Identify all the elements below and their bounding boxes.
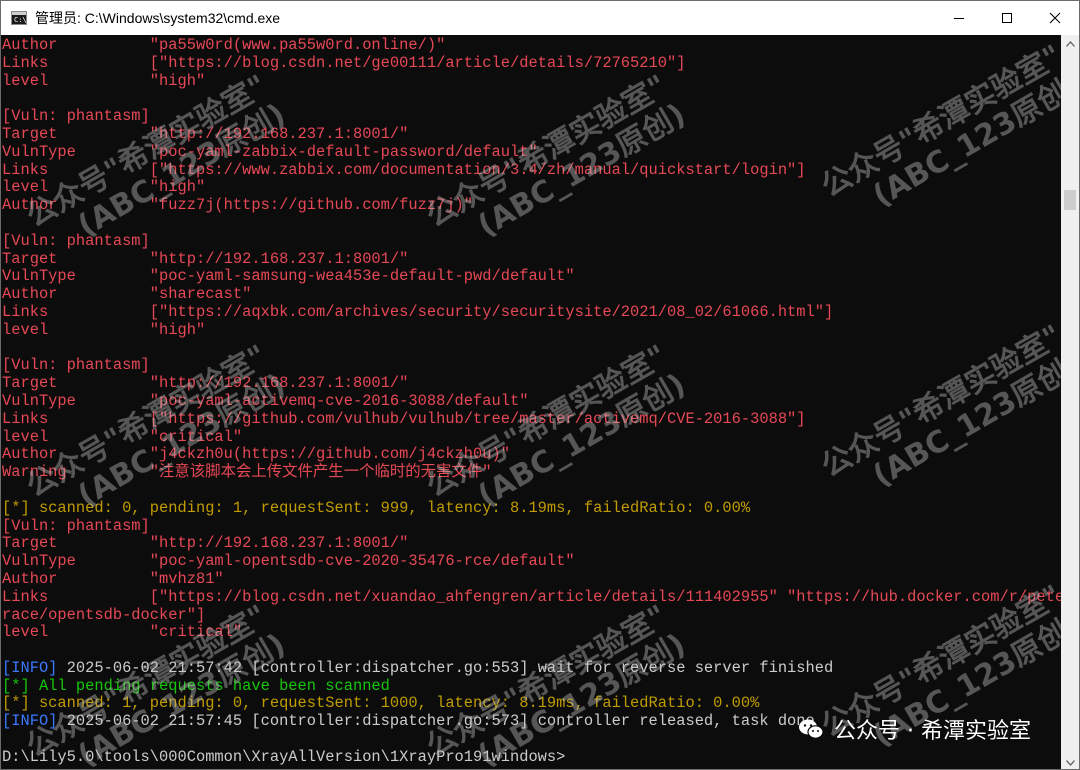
console-line: VulnType "poc-yaml-activemq-cve-2016-308… — [2, 391, 1061, 411]
vertical-scrollbar[interactable] — [1061, 35, 1079, 769]
console-line: Author "pa55w0rd(www.pa55w0rd.online/)" — [2, 36, 1061, 55]
console-line: Warning "注意该脚本会上传文件产生一个临时的无害文件" — [2, 463, 1061, 482]
console-line-text: VulnType "poc-yaml-opentsdb-cve-2020-354… — [2, 552, 575, 571]
console-line-text: [Vuln: phantasm] — [2, 516, 150, 535]
console-line: Links ["https://aqxbk.com/archives/secur… — [2, 302, 1061, 322]
console-line: [*] scanned: 0, pending: 1, requestSent:… — [2, 498, 1061, 518]
console-line: level "critical" — [2, 427, 1061, 447]
console-line-segment: 2025-06-02 21:57:42 [controller:dispatch… — [57, 658, 834, 677]
console-lines: Author "pa55w0rd(www.pa55w0rd.online/)" L… — [2, 36, 1061, 767]
console-line: [*] scanned: 1, pending: 0, requestSent:… — [2, 695, 1061, 713]
console-line-text: Warning "注意该脚本会上传文件产生一个临时的无害文件" — [2, 463, 492, 482]
console-line-text: Target "http://192.168.237.1:8001/" — [2, 374, 409, 393]
console-line: Target "http://192.168.237.1:8001/" — [2, 249, 1061, 269]
console-line-text: level "critical" — [2, 427, 243, 446]
console-line-text: Links ["https://blog.csdn.net/xuandao_ah… — [2, 587, 1061, 606]
console-line-text: Author "pa55w0rd(www.pa55w0rd.online/)" — [2, 36, 446, 54]
console-line: Links ["https://blog.csdn.net/xuandao_ah… — [2, 587, 1061, 607]
console-line-segment: [INFO] — [2, 712, 58, 731]
console-line: Target "http://192.168.237.1:8001/" — [2, 374, 1061, 393]
console-output[interactable]: Author "pa55w0rd(www.pa55w0rd.online/)" L… — [1, 35, 1061, 769]
console-line-segment: [INFO] — [2, 658, 58, 677]
console-line: VulnType "poc-yaml-opentsdb-cve-2020-354… — [2, 552, 1061, 571]
console-line-text: [*] scanned: 0, pending: 1, requestSent:… — [2, 498, 751, 517]
console-line: Links ["https://www.zabbix.com/documenta… — [2, 160, 1061, 180]
console-line-text: race/opentsdb-docker"] — [2, 605, 206, 624]
console-line: level "critical" — [2, 623, 1061, 642]
console-line-text: [Vuln: phantasm] — [2, 231, 150, 250]
console-line-text: Target "http://192.168.237.1:8001/" — [2, 249, 409, 268]
console-line: [Vuln: phantasm] — [2, 231, 1061, 251]
minimize-button[interactable] — [935, 1, 983, 35]
console-line: level "high" — [2, 320, 1061, 340]
console-line-text: level "critical" — [2, 623, 243, 642]
chevron-down-icon — [1065, 759, 1075, 766]
console-line-segment: 2025-06-02 21:57:45 [controller:dispatch… — [57, 712, 815, 731]
close-button[interactable] — [1031, 1, 1079, 35]
console-line-text: VulnType "poc-yaml-activemq-cve-2016-308… — [2, 391, 529, 410]
scroll-down-button[interactable] — [1061, 754, 1079, 769]
console-line: Author "sharecast" — [2, 285, 1061, 304]
console-line: D:\Lily5.0\tools\000Common\XrayAllVersio… — [2, 747, 1061, 767]
maximize-button[interactable] — [983, 1, 1031, 35]
console-line: Author "fuzz7j(https://github.com/fuzz7j… — [2, 196, 1061, 215]
console-line: VulnType "poc-yaml-samsung-wea453e-defau… — [2, 267, 1061, 286]
console-line: Links ["https://github.com/vulhub/vulhub… — [2, 409, 1061, 429]
footer-brand: 公众号 · 希潭实验室 — [798, 713, 1031, 745]
console-line: [Vuln: phantasm] — [2, 516, 1061, 536]
scroll-up-button[interactable] — [1061, 35, 1079, 52]
app-icon-text: C:\ — [14, 16, 27, 24]
close-icon — [1049, 12, 1061, 24]
console-line-text: Author "j4ckzh0u(https://github.com/j4ck… — [2, 445, 510, 464]
window-controls — [935, 1, 1079, 35]
console-line: level "high" — [2, 71, 1061, 91]
console-line-text: VulnType "poc-yaml-samsung-wea453e-defau… — [2, 267, 575, 286]
console-line-text: [Vuln: phantasm] — [2, 107, 150, 126]
console-line: Target "http://192.168.237.1:8001/" — [2, 124, 1061, 144]
console-line: [INFO] 2025-06-02 21:57:42 [controller:d… — [2, 658, 1061, 678]
maximize-icon — [1002, 13, 1012, 23]
console-line-text: Author "mvhz81" — [2, 569, 224, 588]
console-line-text: Target "http://192.168.237.1:8001/" — [2, 124, 409, 143]
cmd-window: C:\ 管理员: C:\Windows\system32\cmd.exe Aut… — [0, 0, 1080, 770]
footer-brand-text: 公众号 · 希潭实验室 — [834, 719, 1031, 744]
chevron-up-icon — [1065, 40, 1075, 47]
console-line: race/opentsdb-docker"] — [2, 605, 1061, 625]
console-line-text: Links ["https://blog.csdn.net/ge00111/ar… — [2, 53, 686, 72]
console-line-text: Target "http://192.168.237.1:8001/" — [2, 534, 409, 553]
console-line: [Vuln: phantasm] — [2, 356, 1061, 375]
console-line: level "high" — [2, 178, 1061, 197]
minimize-icon — [954, 18, 964, 19]
console-line: Author "mvhz81" — [2, 569, 1061, 589]
console-line-text: Links ["https://www.zabbix.com/documenta… — [2, 160, 806, 179]
scroll-thumb[interactable] — [1064, 190, 1076, 210]
console-line-text: [*] scanned: 1, pending: 0, requestSent:… — [2, 694, 760, 713]
wechat-icon — [799, 719, 824, 739]
console-line-text: Links ["https://github.com/vulhub/vulhub… — [2, 409, 806, 428]
console-line-text: level "high" — [2, 320, 206, 339]
console-line: [*] All pending requests have been scann… — [2, 676, 1061, 696]
console-line-text: level "high" — [2, 71, 206, 90]
console-line-text: D:\Lily5.0\tools\000Common\XrayAllVersio… — [2, 747, 566, 766]
console-line: VulnType "poc-yaml-zabbix-default-passwo… — [2, 142, 1061, 162]
console-line: Target "http://192.168.237.1:8001/" — [2, 534, 1061, 553]
console-line: Links ["https://blog.csdn.net/ge00111/ar… — [2, 53, 1061, 73]
console-line-text: Author "sharecast" — [2, 285, 252, 304]
console-line-text: [*] All pending requests have been scann… — [2, 676, 390, 695]
console-line-text: [Vuln: phantasm] — [2, 356, 150, 375]
console-line: [Vuln: phantasm] — [2, 107, 1061, 126]
console-line-text: Author "fuzz7j(https://github.com/fuzz7j… — [2, 196, 474, 215]
window-title: 管理员: C:\Windows\system32\cmd.exe — [35, 10, 281, 26]
title-bar[interactable]: C:\ 管理员: C:\Windows\system32\cmd.exe — [1, 1, 1079, 35]
cmd-app-icon[interactable]: C:\ — [11, 11, 27, 25]
console-line-text: Links ["https://aqxbk.com/archives/secur… — [2, 302, 834, 321]
console-line: Author "j4ckzh0u(https://github.com/j4ck… — [2, 445, 1061, 464]
console-line-text: level "high" — [2, 178, 206, 197]
console-line-text: VulnType "poc-yaml-zabbix-default-passwo… — [2, 142, 538, 161]
